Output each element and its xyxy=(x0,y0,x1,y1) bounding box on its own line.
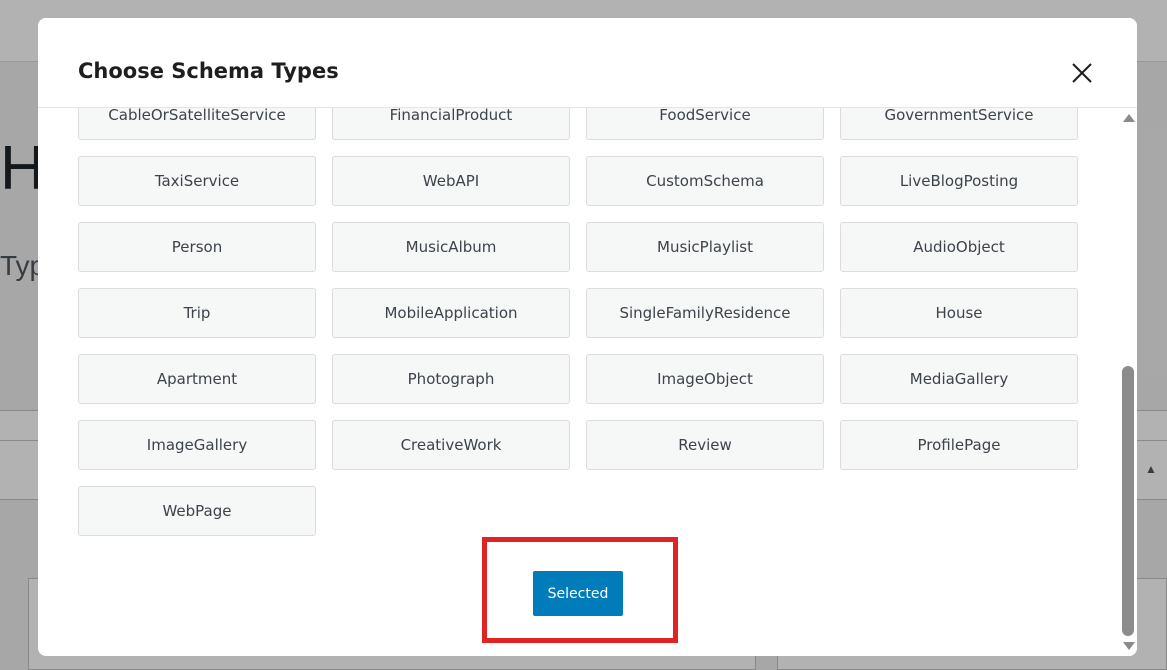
schema-type-button[interactable]: GovernmentService xyxy=(840,108,1078,140)
scroll-down-arrow-icon[interactable] xyxy=(1123,642,1135,650)
schema-type-button[interactable]: Person xyxy=(78,222,316,272)
close-icon xyxy=(1072,63,1092,83)
schema-type-button[interactable]: FinancialProduct xyxy=(332,108,570,140)
modal-title: Choose Schema Types xyxy=(78,59,339,83)
schema-type-grid: CableOrSatelliteService FinancialProduct F… xyxy=(78,108,1078,536)
schema-type-button[interactable]: MusicAlbum xyxy=(332,222,570,272)
schema-type-button[interactable]: House xyxy=(840,288,1078,338)
modal-body: CableOrSatelliteService FinancialProduct F… xyxy=(38,108,1137,656)
schema-type-button[interactable]: LiveBlogPosting xyxy=(840,156,1078,206)
schema-type-button[interactable]: CustomSchema xyxy=(586,156,824,206)
schema-type-button[interactable]: WebPage xyxy=(78,486,316,536)
schema-type-button[interactable]: ProfilePage xyxy=(840,420,1078,470)
schema-type-button[interactable]: WebAPI xyxy=(332,156,570,206)
close-button[interactable] xyxy=(1069,60,1095,86)
schema-type-button[interactable]: TaxiService xyxy=(78,156,316,206)
schema-type-button[interactable]: CreativeWork xyxy=(332,420,570,470)
schema-type-button[interactable]: FoodService xyxy=(586,108,824,140)
schema-type-button[interactable]: Apartment xyxy=(78,354,316,404)
schema-type-button[interactable]: Trip xyxy=(78,288,316,338)
schema-type-button[interactable]: MediaGallery xyxy=(840,354,1078,404)
modal-header: Choose Schema Types xyxy=(38,18,1137,108)
scrollbar-thumb[interactable] xyxy=(1122,366,1134,636)
schema-type-button[interactable]: ImageObject xyxy=(586,354,824,404)
scroll-up-arrow-icon[interactable] xyxy=(1123,114,1135,122)
schema-type-button[interactable]: SingleFamilyResidence xyxy=(586,288,824,338)
selected-button[interactable]: Selected xyxy=(533,571,623,616)
schema-type-button[interactable]: AudioObject xyxy=(840,222,1078,272)
schema-type-button[interactable]: MobileApplication xyxy=(332,288,570,338)
schema-type-button[interactable]: CableOrSatelliteService xyxy=(78,108,316,140)
choose-schema-modal: Choose Schema Types CableOrSatelliteServ… xyxy=(38,18,1137,656)
schema-type-button[interactable]: MusicPlaylist xyxy=(586,222,824,272)
schema-type-button[interactable]: Review xyxy=(586,420,824,470)
schema-type-button[interactable]: ImageGallery xyxy=(78,420,316,470)
schema-type-button[interactable]: Photograph xyxy=(332,354,570,404)
